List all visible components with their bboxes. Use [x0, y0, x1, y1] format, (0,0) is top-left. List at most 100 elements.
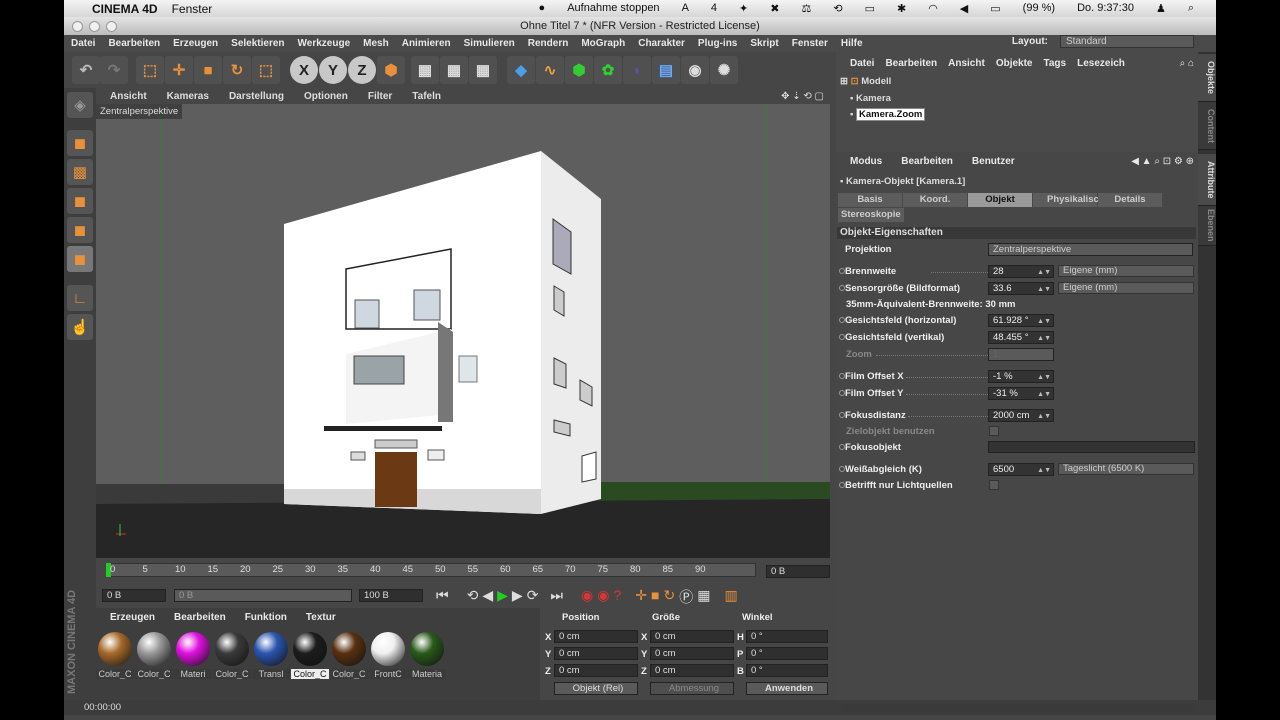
x-icon[interactable]: ✖ — [770, 2, 779, 15]
goto-end-icon[interactable]: ⏭ — [550, 587, 563, 607]
obj-menu-datei[interactable]: Datei — [850, 58, 874, 69]
start-frame-field[interactable]: 0 B — [102, 589, 166, 602]
select-icon[interactable]: ⬚ — [136, 56, 164, 84]
obj-menu-lesezeich[interactable]: Lesezeich — [1077, 58, 1125, 69]
object-row[interactable]: ▪ Kamera — [850, 93, 891, 104]
stepper-icon[interactable]: ▲▼ — [1037, 333, 1051, 344]
menu-werkzeuge[interactable]: Werkzeuge — [298, 38, 351, 49]
next-key-icon[interactable]: ⟳ — [527, 587, 539, 607]
rotate-icon[interactable]: ↻ — [223, 56, 251, 84]
wifi-icon[interactable]: ◠ — [928, 2, 938, 15]
end-frame-field[interactable]: 100 B — [359, 589, 423, 602]
angle-p-field[interactable]: 0 ° — [746, 647, 828, 660]
vp-menu-darstellung[interactable]: Darstellung — [229, 91, 284, 102]
coord-mode-select[interactable]: Objekt (Rel) — [554, 682, 638, 695]
goto-start-icon[interactable]: ⏮ — [436, 587, 449, 607]
scale-tool-icon[interactable]: ■ — [194, 56, 222, 84]
film-offset-x-field[interactable]: -1 % ▲▼ — [988, 369, 1054, 383]
film-offset-y-field[interactable]: -31 % ▲▼ — [988, 386, 1054, 400]
volume-icon[interactable]: ◀ — [960, 2, 968, 15]
obj-search-icon[interactable]: ⌕ ⌂ — [1180, 58, 1194, 69]
camera-icon[interactable]: ◉ — [681, 56, 709, 84]
nurbs-icon[interactable]: ⬢ — [565, 56, 593, 84]
stepper-icon[interactable]: ▲▼ — [1037, 316, 1051, 327]
key-scale-icon[interactable]: ■ — [651, 587, 659, 607]
vp-menu-ansicht[interactable]: Ansicht — [110, 91, 147, 102]
record-stop[interactable]: Aufnahme stoppen — [567, 2, 659, 15]
menu-charakter[interactable]: Charakter — [638, 38, 685, 49]
menu-erzeugen[interactable]: Erzeugen — [173, 38, 218, 49]
focal-length-field[interactable]: 28 ▲▼ — [988, 264, 1054, 278]
texture-mode-icon[interactable]: ▩ — [67, 159, 93, 185]
range-slider[interactable]: 0 B — [174, 589, 352, 602]
menu-hilfe[interactable]: Hilfe — [841, 38, 863, 49]
material-slot[interactable]: Color_C — [213, 632, 251, 679]
tab-physikalisch[interactable]: Physikalisch — [1033, 193, 1105, 207]
record-icon[interactable]: ● — [539, 2, 546, 15]
tweak-mode-icon[interactable]: ☝ — [67, 314, 93, 340]
vp-menu-kameras[interactable]: Kameras — [167, 91, 209, 102]
scale-icon[interactable]: ⚖ — [801, 2, 811, 15]
layout-select[interactable]: Standard — [1060, 35, 1194, 48]
obj-menu-bearbeiten[interactable]: Bearbeiten — [885, 58, 937, 69]
dropbox-icon[interactable]: ✦ — [739, 2, 748, 15]
attr-scrollbar[interactable] — [840, 704, 1194, 712]
menu-mesh[interactable]: Mesh — [363, 38, 389, 49]
mat-menu-funktion[interactable]: Funktion — [245, 612, 287, 623]
menu-rendern[interactable]: Rendern — [528, 38, 569, 49]
mat-menu-bearbeiten[interactable]: Bearbeiten — [174, 612, 226, 623]
apply-button[interactable]: Anwenden — [746, 682, 828, 695]
polygons-mode-icon[interactable]: ◼ — [67, 246, 93, 272]
redo-icon[interactable]: ↷ — [100, 56, 128, 84]
side-tab-ebenen[interactable]: Ebenen — [1198, 206, 1216, 246]
auto-key-icon[interactable]: ◉ — [597, 587, 609, 607]
position-x-field[interactable]: 0 cm — [554, 630, 638, 643]
vp-menu-filter[interactable]: Filter — [368, 91, 392, 102]
app-menu[interactable]: CINEMA 4D — [92, 2, 158, 16]
attr-menu-modus[interactable]: Modus — [850, 156, 882, 167]
prev-key-icon[interactable]: ⟲ — [467, 587, 479, 607]
spotlight-icon[interactable]: ⌕ — [1188, 2, 1194, 15]
menu-mograph[interactable]: MoGraph — [581, 38, 625, 49]
fov-vertical-field[interactable]: 48.455 ° ▲▼ — [988, 330, 1054, 344]
coord-system-icon[interactable]: ⬢ — [377, 56, 405, 84]
material-slot[interactable]: Color_C — [135, 632, 173, 679]
object-row[interactable]: ⊞ ⊡ Modell — [840, 76, 891, 87]
angle-b-field[interactable]: 0 ° — [746, 664, 828, 677]
tab-details[interactable]: Details — [1098, 193, 1162, 207]
menu-simulieren[interactable]: Simulieren — [464, 38, 515, 49]
size-y-field[interactable]: 0 cm — [650, 647, 734, 660]
axis-mode-icon[interactable]: ∟ — [67, 285, 93, 311]
size-mode-select[interactable]: Abmessung — [650, 682, 734, 695]
key-parameter-icon[interactable]: Ⓟ — [679, 587, 693, 607]
render-picture-icon[interactable]: ▦ — [440, 56, 468, 84]
key-position-icon[interactable]: ✛ — [635, 587, 647, 607]
attr-menu-benutzer[interactable]: Benutzer — [972, 156, 1015, 167]
position-y-field[interactable]: 0 cm — [554, 647, 638, 660]
material-slot[interactable]: Transl — [252, 632, 290, 679]
undo-icon[interactable]: ↶ — [72, 56, 100, 84]
user-icon[interactable]: ♟ — [1156, 2, 1166, 15]
lights-only-checkbox[interactable] — [989, 480, 999, 490]
size-x-field[interactable]: 0 cm — [650, 630, 734, 643]
close-icon[interactable] — [72, 21, 83, 32]
stepper-icon[interactable]: ▲▼ — [1037, 389, 1051, 400]
deformer-icon[interactable]: ◗ — [623, 56, 651, 84]
y-axis-button[interactable]: Y — [319, 56, 347, 84]
side-tab-objekte[interactable]: Objekte — [1198, 54, 1216, 102]
timeline-window-icon[interactable]: ▥ — [724, 587, 737, 607]
x-axis-button[interactable]: X — [290, 56, 318, 84]
minimize-icon[interactable] — [89, 21, 100, 32]
model-mode-icon[interactable]: ◼ — [67, 130, 93, 156]
side-tab-content[interactable]: Content — [1198, 102, 1216, 150]
use-target-checkbox[interactable] — [989, 426, 999, 436]
material-slot[interactable]: Color_C — [330, 632, 368, 679]
display-icon[interactable]: ▭ — [865, 2, 875, 15]
focus-distance-field[interactable]: 2000 cm ▲▼ — [988, 408, 1054, 422]
zoom-icon[interactable] — [106, 21, 117, 32]
white-balance-field[interactable]: 6500 ▲▼ — [988, 462, 1054, 476]
time-machine-icon[interactable]: ⟲ — [833, 2, 842, 15]
sensor-unit-select[interactable]: Eigene (mm) — [1058, 282, 1194, 294]
vp-menu-optionen[interactable]: Optionen — [304, 91, 348, 102]
spline-icon[interactable]: ∿ — [536, 56, 564, 84]
